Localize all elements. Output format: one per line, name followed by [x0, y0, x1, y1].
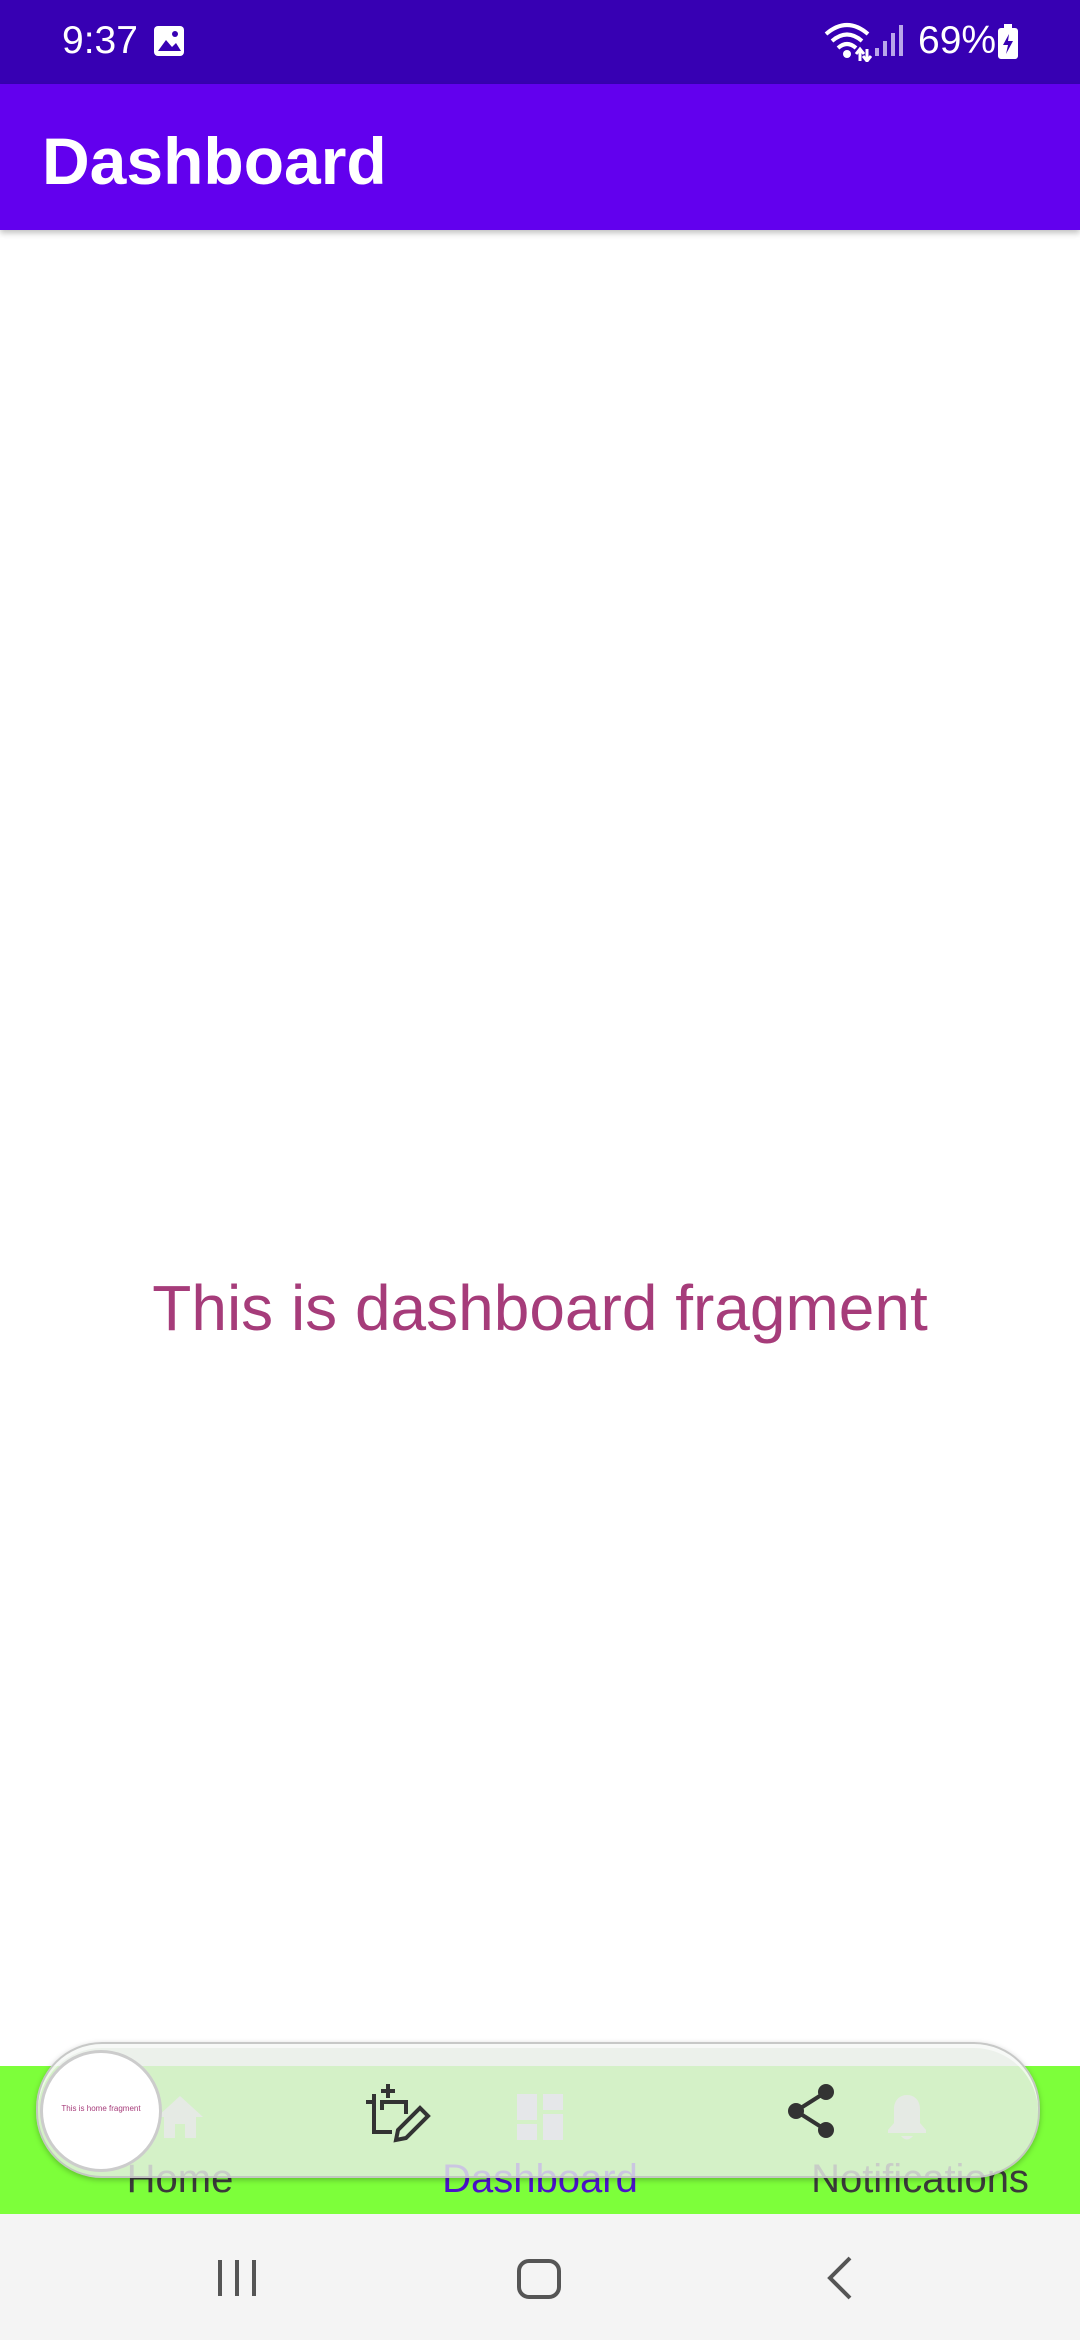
app-bar: Dashboard	[0, 84, 1080, 230]
floating-thumbnail[interactable]: This is home fragment	[40, 2050, 162, 2172]
wifi-icon	[824, 23, 872, 62]
home-button-icon[interactable]	[514, 2256, 564, 2302]
thumbnail-text: This is home fragment	[61, 2104, 141, 2113]
status-bar: 9:37 69%	[0, 0, 1080, 84]
recents-icon[interactable]	[212, 2256, 262, 2300]
floating-toolbar[interactable]	[36, 2042, 1040, 2178]
status-time: 9:37	[62, 19, 138, 62]
signal-icon	[875, 25, 903, 56]
battery-percentage: 69%	[918, 19, 997, 62]
page-title: Dashboard	[42, 124, 387, 198]
share-icon[interactable]	[782, 2082, 840, 2140]
battery-charging-icon	[998, 24, 1018, 59]
gallery-icon	[154, 26, 184, 56]
system-navigation-bar	[0, 2214, 1080, 2340]
fragment-text: This is dashboard fragment	[152, 1272, 928, 1344]
crop-edit-icon[interactable]	[362, 2080, 432, 2146]
back-icon[interactable]	[822, 2252, 856, 2304]
